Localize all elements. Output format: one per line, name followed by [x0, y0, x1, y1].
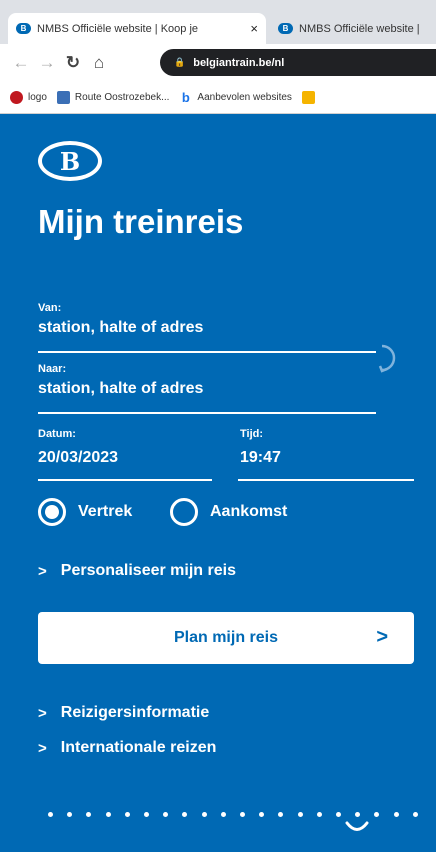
chevron-right-icon: > [38, 704, 47, 722]
chevron-right-icon: > [38, 562, 47, 580]
page-content: B Mijn treinreis Van: station, halte of … [0, 115, 436, 852]
datum-underline [38, 479, 212, 481]
page-title: Mijn treinreis [38, 203, 244, 240]
van-label: Van: [38, 302, 62, 314]
chevron-right-icon: > [376, 626, 388, 648]
personaliseer-link[interactable]: > Personaliseer mijn reis [38, 562, 236, 580]
forward-arrow-icon[interactable]: → [34, 53, 60, 73]
browser-tab-bar: B NMBS Officiële website | Koop je × B N… [0, 0, 436, 44]
bookmark-logo[interactable]: logo [10, 91, 47, 104]
address-bar[interactable]: 🔒 belgiantrain.be/nl [160, 49, 436, 76]
radio-vertrek-label: Vertrek [78, 503, 133, 520]
naar-underline [38, 412, 376, 414]
link-label: Internationale reizen [60, 739, 217, 756]
radio-aankomst-label: Aankomst [210, 503, 288, 520]
bookmark-label: Aanbevolen websites [197, 92, 292, 103]
tijd-input[interactable]: 19:47 [240, 449, 281, 467]
plan-mijn-reis-button[interactable]: Plan mijn reis > [38, 612, 414, 664]
van-underline [38, 351, 376, 353]
nmbs-logo[interactable]: B [38, 141, 102, 181]
browser-toolbar: ← → ↻ ⌂ 🔒 belgiantrain.be/nl [0, 44, 436, 82]
back-arrow-icon[interactable]: ← [8, 53, 34, 73]
route-icon [56, 91, 70, 104]
nmbs-favicon-icon: B [16, 23, 31, 34]
bing-icon: b [181, 90, 190, 105]
close-icon[interactable]: × [250, 21, 258, 36]
naar-input[interactable]: station, halte of adres [38, 380, 203, 398]
lock-icon: 🔒 [174, 57, 186, 67]
swap-icon[interactable] [378, 342, 402, 374]
bookmark-label: logo [28, 92, 47, 103]
datum-label: Datum: [38, 428, 76, 440]
address-text: belgiantrain.be/nl [193, 56, 285, 69]
bookmark-folder[interactable] [301, 91, 320, 104]
reload-icon[interactable]: ↻ [60, 53, 86, 73]
bookmark-route[interactable]: Route Oostrozebek... [56, 91, 170, 104]
decorative-dots [48, 812, 418, 820]
tijd-underline [238, 479, 414, 481]
datum-input[interactable]: 20/03/2023 [38, 449, 118, 467]
bookmark-aanbevolen[interactable]: b Aanbevolen websites [179, 90, 292, 105]
tijd-label: Tijd: [240, 428, 264, 440]
naar-label: Naar: [38, 363, 67, 375]
reizigersinformatie-link[interactable]: > Reizigersinformatie [38, 704, 209, 722]
home-icon[interactable]: ⌂ [86, 53, 112, 73]
plan-button-label: Plan mijn reis [173, 629, 279, 646]
radio-selected-icon [38, 498, 66, 526]
chevron-right-icon: > [38, 739, 47, 757]
van-input[interactable]: station, halte of adres [38, 319, 203, 337]
radio-unselected-icon [170, 498, 198, 526]
tab-title: NMBS Officiële website | [299, 22, 420, 35]
tab-title: NMBS Officiële website | Koop je [37, 22, 199, 35]
personaliseer-label: Personaliseer mijn reis [60, 562, 236, 579]
bookmarks-bar: logo Route Oostrozebek... b Aanbevolen w… [0, 82, 436, 114]
internationale-reizen-link[interactable]: > Internationale reizen [38, 739, 216, 757]
radio-vertrek[interactable]: Vertrek [38, 498, 132, 526]
browser-tab-inactive[interactable]: B NMBS Officiële website | [270, 13, 436, 44]
browser-tab-active[interactable]: B NMBS Officiële website | Koop je × [8, 13, 266, 44]
scroll-down-icon[interactable] [344, 820, 370, 834]
radio-aankomst[interactable]: Aankomst [170, 498, 287, 526]
bookmark-label: Route Oostrozebek... [74, 92, 170, 103]
folder-icon [301, 91, 315, 104]
red-dot-icon [10, 91, 23, 104]
nmbs-favicon-icon: B [278, 23, 293, 34]
link-label: Reizigersinformatie [60, 704, 210, 721]
